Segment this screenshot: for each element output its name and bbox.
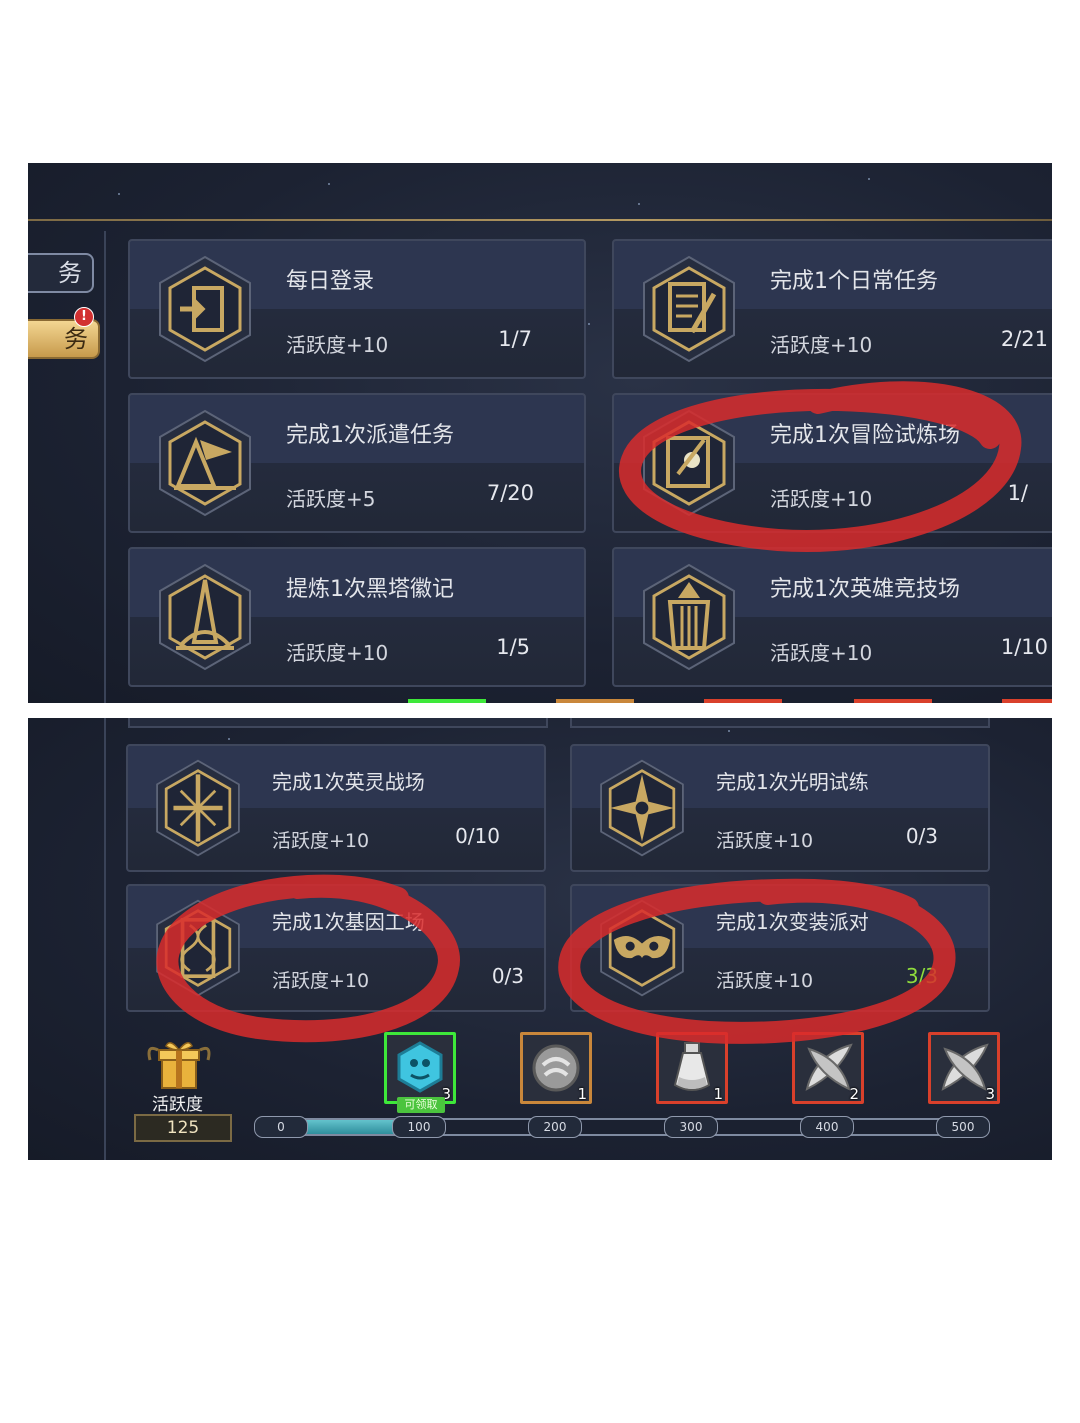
task-reward: 活跃度+10: [286, 333, 389, 357]
progress-mark: 500: [936, 1116, 990, 1138]
task-card-gene-factory[interactable]: 完成1次基因工场 活跃度+10 0/3: [126, 884, 546, 1012]
task-reward: 活跃度+10: [770, 333, 873, 357]
reward-strip-edge: [704, 699, 782, 703]
progress-mark: 300: [664, 1116, 718, 1138]
background-star: [118, 193, 120, 195]
task-title: 完成1次英灵战场: [272, 770, 425, 794]
task-reward: 活跃度+5: [286, 487, 376, 511]
task-progress: 1/: [1007, 481, 1028, 505]
reward-box-400[interactable]: 2: [792, 1032, 864, 1104]
reward-box-100[interactable]: 3 可领取: [384, 1032, 456, 1113]
tab-label: 务: [58, 259, 82, 287]
task-progress: 7/20: [486, 481, 534, 505]
progress-mark: 100: [392, 1116, 446, 1138]
task-card-black-tower[interactable]: 提炼1次黑塔徽记 活跃度+10 1/5: [128, 547, 586, 687]
compass-card-icon: [643, 409, 735, 517]
background-star: [588, 323, 590, 325]
reward-count: 1: [713, 1085, 723, 1103]
light-star-icon: [600, 759, 684, 857]
task-card-hero-arena[interactable]: 完成1次英雄竞技场 活跃度+10 1/10: [612, 547, 1052, 687]
activity-progress-track: [256, 1118, 990, 1136]
sword-cross-icon: [156, 759, 240, 857]
task-reward: 活跃度+10: [770, 487, 873, 511]
card-edge: [128, 718, 548, 728]
reward-count: 3: [985, 1085, 995, 1103]
task-title: 完成1次光明试练: [716, 770, 869, 794]
activity-points: 125: [134, 1114, 232, 1142]
task-title: 完成1个日常任务: [770, 269, 938, 294]
hero-armor-icon: [643, 563, 735, 671]
task-reward: 活跃度+10: [272, 830, 370, 852]
task-title: 完成1次英雄竞技场: [770, 577, 960, 602]
task-card-adventure-trial[interactable]: 完成1次冒险试炼场 活跃度+10 1/: [612, 393, 1052, 533]
tab-task-1[interactable]: 务: [28, 253, 94, 293]
dna-helix-icon: [156, 899, 240, 997]
reward-strip-edge: [408, 699, 486, 703]
background-star: [868, 178, 870, 180]
reward-box-200[interactable]: 1: [520, 1032, 592, 1104]
task-progress: 1/7: [498, 327, 532, 351]
progress-mark: 400: [800, 1116, 854, 1138]
task-card-costume-party[interactable]: 完成1次变装派对 活跃度+10 3/3: [570, 884, 990, 1012]
task-progress: 0/3: [491, 964, 524, 988]
reward-strip-edge: [556, 699, 634, 703]
task-title: 完成1次冒险试炼场: [770, 423, 960, 448]
reward-count: 2: [849, 1085, 859, 1103]
task-progress: 0/10: [455, 824, 500, 848]
task-card-dispatch[interactable]: 完成1次派遣任务 活跃度+5 7/20: [128, 393, 586, 533]
task-progress: 1/5: [496, 635, 530, 659]
task-card-daily-login[interactable]: 每日登录 活跃度+10 1/7: [128, 239, 586, 379]
background-star: [728, 730, 730, 732]
background-star: [328, 183, 330, 185]
card-edge: [570, 718, 990, 728]
task-reward: 活跃度+10: [770, 641, 873, 665]
task-progress: 1/10: [1000, 635, 1048, 659]
task-reward: 活跃度+10: [272, 970, 370, 992]
background-star: [228, 738, 230, 740]
header-divider: [28, 219, 1052, 221]
progress-mark: 0: [254, 1116, 308, 1138]
reward-box-300[interactable]: 1: [656, 1032, 728, 1104]
bottom-screenshot-panel: 完成1次英灵战场 活跃度+10 0/10 完成1次光明试练 活跃度+10 0/3…: [28, 718, 1052, 1160]
gift-chest-icon: [147, 1042, 211, 1089]
task-card-light-trial[interactable]: 完成1次光明试练 活跃度+10 0/3: [570, 744, 990, 872]
task-title: 完成1次变装派对: [716, 910, 869, 934]
tent-flag-icon: [159, 409, 251, 517]
login-door-icon: [159, 255, 251, 363]
reward-strip-edge: [854, 699, 932, 703]
claim-label: 可领取: [397, 1097, 445, 1113]
task-reward: 活跃度+10: [716, 830, 814, 852]
reward-box-500[interactable]: 3: [928, 1032, 1000, 1104]
task-title: 完成1次派遣任务: [286, 423, 454, 448]
task-title: 完成1次基因工场: [272, 910, 425, 934]
sidebar-rail: [104, 231, 106, 703]
task-card-hero-spirit-battlefield[interactable]: 完成1次英灵战场 活跃度+10 0/10: [126, 744, 546, 872]
progress-mark: 200: [528, 1116, 582, 1138]
task-reward: 活跃度+10: [286, 641, 389, 665]
task-progress: 2/21: [1000, 327, 1048, 351]
task-title: 提炼1次黑塔徽记: [286, 577, 454, 602]
task-reward: 活跃度+10: [716, 970, 814, 992]
top-screenshot-panel: 务 务 ! 每日登录 活跃度+10 1/7 完成1个日常任务 活跃度+10 2/…: [28, 163, 1052, 703]
reward-strip-edge: [1002, 699, 1052, 703]
task-card-daily-task[interactable]: 完成1个日常任务 活跃度+10 2/21: [612, 239, 1052, 379]
sidebar-rail: [104, 718, 106, 1160]
party-mask-icon: [600, 899, 684, 997]
background-star: [638, 203, 640, 205]
task-progress: 0/3: [905, 824, 938, 848]
activity-label: 活跃度: [152, 1095, 203, 1115]
notification-badge: !: [74, 307, 94, 327]
task-progress-complete: 3/3: [905, 964, 938, 988]
tab-label: 务: [64, 325, 88, 353]
scroll-quill-icon: [643, 255, 735, 363]
black-tower-icon: [159, 563, 251, 671]
task-title: 每日登录: [286, 269, 375, 294]
reward-count: 1: [577, 1085, 587, 1103]
